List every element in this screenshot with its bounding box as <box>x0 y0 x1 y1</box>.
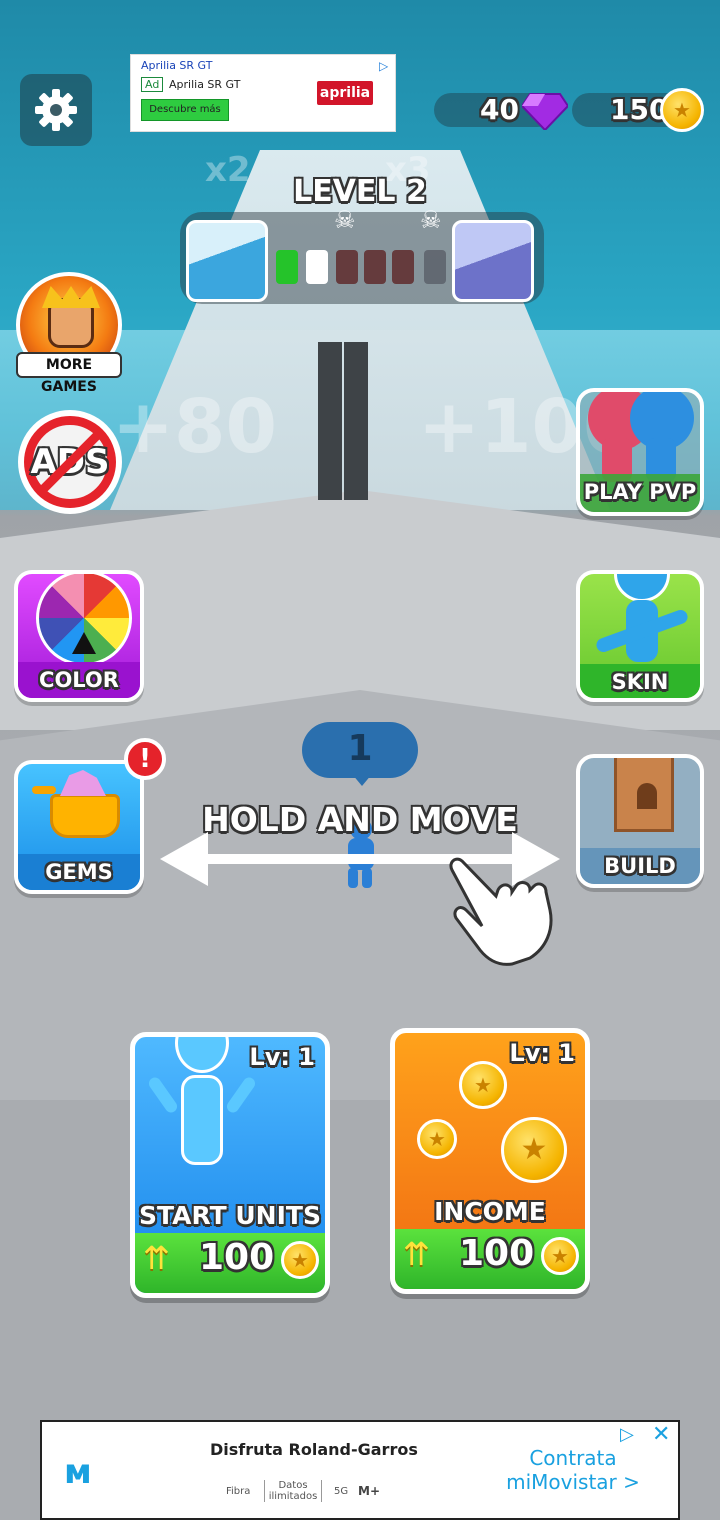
upgrade-arrows-icon: ⇈ <box>143 1239 170 1277</box>
stage-segment-complete <box>276 250 298 284</box>
close-icon[interactable]: ✕ <box>652 1422 670 1447</box>
track-pillar <box>344 342 368 500</box>
stickman-head-icon <box>175 1037 229 1073</box>
alert-badge-icon: ! <box>124 738 166 780</box>
level-title: LEVEL 2 <box>293 174 427 209</box>
stage-segment-current <box>306 250 328 284</box>
level-progress-bar: ☠ ☠ <box>180 206 544 304</box>
castle-tower-icon <box>614 758 674 832</box>
more-games-label: MORE GAMES <box>16 352 122 395</box>
more-games-button[interactable]: MORE GAMES <box>14 272 124 395</box>
ad-headline: Disfruta Roland-Garros <box>210 1440 418 1459</box>
ad-badge: Ad <box>141 77 164 92</box>
stickman-head-icon <box>614 574 670 602</box>
track-pillar <box>318 342 342 500</box>
track-bonus-left: +80 <box>112 384 277 470</box>
upgrade-price: 100 <box>199 1237 275 1278</box>
current-stage-thumbnail <box>186 220 268 302</box>
ad-feature: Fibra <box>226 1486 251 1497</box>
gear-icon <box>35 89 77 131</box>
ad-feature: M+ <box>358 1484 380 1498</box>
stage-segment <box>336 250 358 284</box>
adchoices-icon[interactable]: ▷ <box>379 59 388 73</box>
ad-headline: Aprilia SR GT <box>141 59 213 72</box>
gems-value: 40 <box>480 93 519 126</box>
tutorial-count: 1 <box>347 728 373 769</box>
play-pvp-label: PLAY PVP <box>583 480 697 504</box>
upgrade-title: START UNITS <box>139 1201 321 1230</box>
upgrade-title: INCOME <box>434 1197 546 1226</box>
play-pvp-button[interactable]: PLAY PVP <box>576 388 704 516</box>
pointing-hand-icon <box>449 857 553 966</box>
next-stage-thumbnail <box>452 220 534 302</box>
build-label: BUILD <box>604 854 676 878</box>
stage-segment <box>424 250 446 284</box>
coin-icon: ★ <box>541 1237 579 1275</box>
ad-feature: 5G <box>334 1486 349 1497</box>
movistar-logo-icon: ᴍ <box>64 1452 92 1492</box>
skull-icon: ☠ <box>420 206 442 234</box>
gate-multiplier: x2 <box>205 150 251 190</box>
coin-icon: ★ <box>281 1241 319 1279</box>
gems-shop-button[interactable]: GEMS <box>14 760 144 894</box>
color-label: COLOR <box>39 668 119 692</box>
stage-segment <box>392 250 414 284</box>
upgrade-price-bar: ⇈ 100 ★ <box>135 1233 325 1293</box>
coin-icon: ★ <box>417 1119 457 1159</box>
remove-ads-button[interactable]: ADS <box>18 410 122 514</box>
upgrade-level: Lv: 1 <box>249 1043 315 1071</box>
shopping-cart-icon <box>32 770 120 848</box>
upgrade-price-bar: ⇈ 100 ★ <box>395 1229 585 1289</box>
income-upgrade-card[interactable]: Lv: 1 ★ ★ ★ INCOME ⇈ 100 ★ <box>390 1028 590 1294</box>
stage-segment <box>364 250 386 284</box>
gems-label: GEMS <box>45 860 113 884</box>
skin-button[interactable]: SKIN <box>576 570 704 702</box>
ad-advertiser: Aprilia SR GT <box>169 78 241 91</box>
upgrade-price: 100 <box>459 1233 535 1274</box>
bottom-banner-ad[interactable]: ᴍ Disfruta Roland-Garros Fibra Datos ili… <box>40 1420 680 1520</box>
tutorial-bubble: 1 <box>302 722 418 786</box>
ad-logo: aprilia <box>317 81 373 105</box>
start-units-upgrade-card[interactable]: Lv: 1 START UNITS ⇈ 100 ★ <box>130 1032 330 1298</box>
color-button[interactable]: COLOR <box>14 570 144 702</box>
skull-icon: ☠ <box>334 206 356 234</box>
ad-cta-button[interactable]: Descubre más <box>141 99 229 121</box>
top-banner-ad[interactable]: Aprilia SR GT Ad Aprilia SR GT Descubre … <box>130 54 396 132</box>
settings-button[interactable] <box>20 74 92 146</box>
skin-label: SKIN <box>611 670 669 694</box>
ad-feature: Datos ilimitados <box>264 1480 322 1502</box>
ad-cta-button[interactable]: Contrata miMovistar > <box>498 1446 648 1494</box>
wheel-pointer-icon <box>72 632 96 654</box>
gem-icon <box>522 93 568 130</box>
adchoices-icon[interactable]: ▷ <box>620 1424 634 1445</box>
stickman-body-icon <box>181 1075 223 1165</box>
build-button[interactable]: BUILD <box>576 754 704 888</box>
coin-icon: ★ <box>660 88 704 132</box>
upgrade-arrows-icon: ⇈ <box>403 1235 430 1273</box>
upgrade-level: Lv: 1 <box>509 1039 575 1067</box>
coin-icon: ★ <box>459 1061 507 1109</box>
coin-icon: ★ <box>501 1117 567 1183</box>
